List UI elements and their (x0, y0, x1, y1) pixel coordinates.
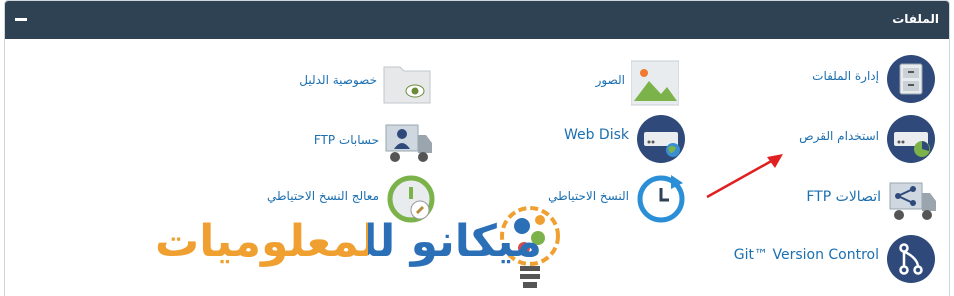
file-manager-label: إدارة الملفات (812, 69, 879, 83)
disk-usage-label: استخدام القرص (799, 129, 879, 143)
watermark-text: ميكانو للمعلوميات (155, 216, 542, 267)
web-disk-icon (637, 115, 685, 163)
file-manager-item[interactable]: إدارة الملفات (695, 55, 935, 103)
ftp-accounts-icon (385, 124, 432, 162)
minus-icon (15, 18, 27, 21)
web-disk-item[interactable]: Web Disk (485, 115, 685, 163)
backup-icon (637, 175, 685, 223)
watermark-logo: ميكانو للمعلوميات (155, 196, 565, 296)
file-cabinet-icon (887, 55, 935, 103)
images-icon (631, 60, 679, 106)
directory-privacy-label: خصوصية الدليل (299, 73, 377, 87)
git-icon (887, 235, 935, 283)
directory-privacy-item[interactable]: خصوصية الدليل (265, 59, 433, 104)
web-disk-label: Web Disk (563, 127, 629, 143)
ftp-accounts-label: حسابات FTP (313, 133, 379, 147)
images-label: الصور (595, 73, 625, 87)
git-version-control-label: Git™ Version Control (733, 247, 879, 263)
images-item[interactable]: الصور (485, 59, 681, 106)
collapse-button[interactable] (13, 11, 29, 27)
ftp-connections-label: اتصالات FTP (806, 189, 881, 205)
red-arrow-icon (706, 154, 783, 199)
ftp-accounts-item[interactable]: حسابات FTP (265, 119, 435, 163)
git-version-control-item[interactable]: Git™ Version Control (695, 235, 935, 283)
panel-header: الملفات (5, 1, 949, 39)
folder-eye-icon (383, 66, 431, 104)
files-panel: الملفات إدارة الملفات الصور خصوصية الدلي… (4, 0, 950, 296)
disk-usage-icon (887, 115, 935, 163)
ftp-connections-icon (889, 182, 936, 220)
panel-title: الملفات (892, 12, 939, 26)
watermark-brand-text: ميكانو للمعلوميات (155, 216, 543, 267)
